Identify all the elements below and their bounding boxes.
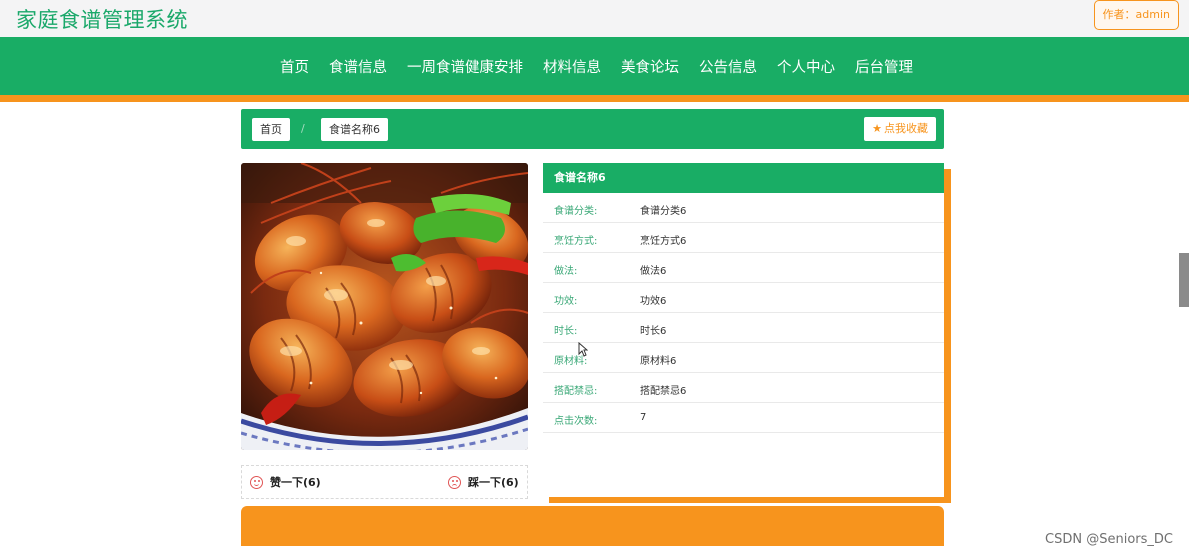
- footer-bar: [241, 506, 944, 546]
- field-value: 功效6: [640, 296, 667, 307]
- site-title: 家庭食谱管理系统: [16, 8, 188, 32]
- like-label: 赞一下(6): [270, 476, 321, 489]
- field-value: 时长6: [640, 326, 667, 337]
- field-label: 搭配禁忌:: [554, 386, 598, 397]
- breadcrumb-separator: /: [301, 122, 305, 135]
- nav-item-home[interactable]: 首页: [280, 56, 309, 77]
- nav-item-weekly-plan[interactable]: 一周食谱健康安排: [407, 56, 523, 77]
- detail-row: 功效: 功效6: [543, 283, 944, 313]
- nav-item-recipes[interactable]: 食谱信息: [329, 56, 387, 77]
- breadcrumb-home[interactable]: 首页: [252, 118, 290, 141]
- recipe-detail-panel: 食谱名称6 食谱分类: 食谱分类6 烹饪方式: 烹饪方式6 做法: 做法6 功效…: [543, 163, 944, 497]
- detail-row: 烹饪方式: 烹饪方式6: [543, 223, 944, 253]
- field-value: 做法6: [640, 266, 667, 277]
- field-label: 食谱分类:: [554, 206, 598, 217]
- detail-row: 原材料: 原材料6: [543, 343, 944, 373]
- watermark: CSDN @Seniors_DC: [1045, 532, 1173, 547]
- nav-item-admin[interactable]: 后台管理: [855, 56, 913, 77]
- nav-accent-stripe: [0, 95, 1189, 102]
- favorite-label: 点我收藏: [884, 122, 928, 135]
- favorite-button[interactable]: ★ 点我收藏: [864, 117, 936, 141]
- detail-row: 做法: 做法6: [543, 253, 944, 283]
- detail-row: 时长: 时长6: [543, 313, 944, 343]
- field-value: 食谱分类6: [640, 206, 687, 217]
- dislike-label: 踩一下(6): [468, 476, 519, 489]
- breadcrumb: 首页 / 食谱名称6 ★ 点我收藏: [241, 109, 944, 149]
- nav-item-materials[interactable]: 材料信息: [543, 56, 601, 77]
- field-label: 点击次数:: [554, 416, 598, 427]
- field-value: 烹饪方式6: [640, 236, 687, 247]
- recipe-name-heading: 食谱名称6: [543, 163, 944, 193]
- dislike-button[interactable]: 踩一下(6): [448, 474, 519, 490]
- detail-row: 食谱分类: 食谱分类6: [543, 193, 944, 223]
- frown-icon: [448, 475, 461, 489]
- field-label: 时长:: [554, 326, 578, 337]
- detail-row: 搭配禁忌: 搭配禁忌6: [543, 373, 944, 403]
- detail-row: 点击次数: 7: [543, 403, 944, 433]
- crayfish-dish-icon: [241, 163, 528, 450]
- field-label: 功效:: [554, 296, 578, 307]
- field-value: 原材料6: [640, 356, 677, 367]
- mouse-cursor-icon: [578, 342, 588, 357]
- field-label: 做法:: [554, 266, 578, 277]
- nav-item-profile[interactable]: 个人中心: [777, 56, 835, 77]
- author-badge[interactable]: 作者：admin: [1093, 0, 1179, 30]
- recipe-image: [241, 163, 528, 450]
- nav-item-notices[interactable]: 公告信息: [699, 56, 757, 77]
- breadcrumb-current[interactable]: 食谱名称6: [321, 118, 388, 141]
- main-nav: 首页 食谱信息 一周食谱健康安排 材料信息 美食论坛 公告信息 个人中心 后台管…: [0, 37, 1189, 95]
- vote-bar: 赞一下(6) 踩一下(6): [241, 465, 528, 499]
- smile-icon: [250, 475, 263, 489]
- scrollbar-thumb[interactable]: [1179, 253, 1189, 307]
- field-value: 7: [640, 412, 647, 423]
- top-header: 家庭食谱管理系统 作者：admin: [0, 0, 1189, 37]
- field-value: 搭配禁忌6: [640, 386, 687, 397]
- like-button[interactable]: 赞一下(6): [250, 474, 321, 490]
- star-icon: ★: [872, 122, 882, 135]
- nav-item-forum[interactable]: 美食论坛: [621, 56, 679, 77]
- field-label: 烹饪方式:: [554, 236, 598, 247]
